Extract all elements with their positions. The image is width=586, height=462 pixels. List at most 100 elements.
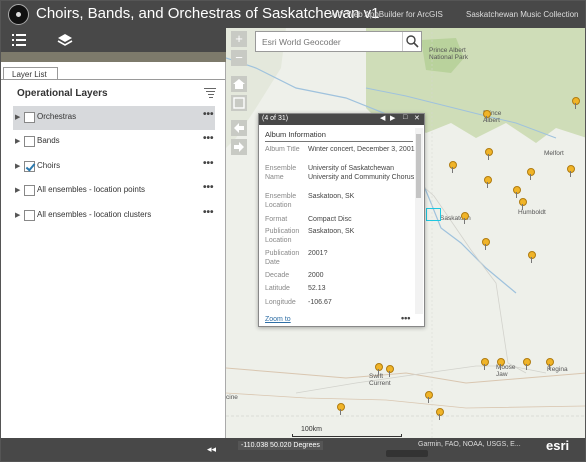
attribution-text: Garmin, FAO, NOAA, USGS, E... bbox=[418, 441, 521, 448]
layer-more-icon[interactable]: ••• bbox=[203, 207, 214, 218]
choir-location-pin[interactable] bbox=[545, 358, 554, 371]
layer-row-orchestras[interactable]: ▶ Orchestras ••• bbox=[13, 106, 215, 130]
layer-checkbox[interactable] bbox=[24, 136, 35, 147]
scale-label: 100km bbox=[301, 426, 323, 433]
map-view[interactable]: + − Prince Albert National Park Prince A… bbox=[226, 28, 585, 461]
locate-icon bbox=[233, 97, 245, 109]
attribute-value: -106.67 bbox=[308, 299, 332, 306]
layer-more-icon[interactable]: ••• bbox=[203, 182, 214, 193]
scale-bar bbox=[292, 434, 402, 437]
choir-location-pin[interactable] bbox=[527, 251, 536, 264]
popup-divider bbox=[265, 141, 413, 142]
layer-row-all-ensembles-clusters[interactable]: ▶ All ensembles - location clusters ••• bbox=[13, 204, 215, 228]
choir-location-pin[interactable] bbox=[518, 198, 527, 211]
next-extent-button[interactable] bbox=[231, 139, 247, 155]
choir-location-pin[interactable] bbox=[448, 161, 457, 174]
esri-logo: esri bbox=[546, 438, 570, 453]
expand-caret-icon[interactable]: ▶ bbox=[15, 162, 20, 170]
zoom-out-button[interactable]: − bbox=[231, 50, 247, 66]
popup-header: (4 of 31) ◀ ▶ □ ✕ bbox=[259, 114, 424, 125]
choir-location-pin[interactable] bbox=[483, 176, 492, 189]
choir-location-pin[interactable] bbox=[496, 358, 505, 371]
layer-checkbox[interactable] bbox=[24, 185, 35, 196]
coordinate-readout[interactable]: -110.038 50.020 Degrees bbox=[238, 441, 323, 450]
layer-row-bands[interactable]: ▶ Bands ••• bbox=[13, 130, 215, 154]
app-logo-icon bbox=[8, 4, 29, 25]
previous-feature-icon[interactable]: ◀ bbox=[380, 114, 385, 122]
zoom-in-button[interactable]: + bbox=[231, 31, 247, 47]
expand-caret-icon[interactable]: ▶ bbox=[15, 113, 20, 121]
choir-location-pin[interactable] bbox=[481, 238, 490, 251]
attribute-value: University of Saskatchewan University an… bbox=[308, 165, 415, 181]
attribute-value: Saskatoon, SK bbox=[308, 193, 355, 200]
layer-label: All ensembles - location clusters bbox=[37, 210, 152, 219]
attribute-value: 2000 bbox=[308, 272, 324, 279]
choir-location-pin[interactable] bbox=[571, 97, 580, 110]
choir-location-pin[interactable] bbox=[522, 358, 531, 371]
layer-list-icon[interactable] bbox=[12, 32, 28, 48]
choir-location-pin[interactable] bbox=[374, 363, 383, 376]
choir-location-pin[interactable] bbox=[385, 365, 394, 378]
attribution-toggle[interactable] bbox=[386, 450, 428, 457]
layer-label: Orchestras bbox=[37, 112, 77, 121]
layer-checkbox[interactable] bbox=[24, 161, 35, 172]
layer-row-all-ensembles-points[interactable]: ▶ All ensembles - location points ••• bbox=[13, 179, 215, 203]
search-button[interactable] bbox=[402, 32, 421, 51]
map-footer: -110.038 50.020 Degrees Garmin, FAO, NOA… bbox=[226, 438, 585, 461]
feature-popup: (4 of 31) ◀ ▶ □ ✕ Album Information Albu… bbox=[258, 113, 425, 327]
layer-checkbox[interactable] bbox=[24, 112, 35, 123]
popup-scrollbar[interactable] bbox=[415, 128, 423, 314]
panel-footer: ◂◂ bbox=[1, 438, 226, 461]
web-app: Choirs, Bands, and Orchestras of Saskatc… bbox=[0, 0, 586, 462]
popup-more-icon[interactable]: ••• bbox=[401, 313, 410, 323]
zoom-to-link[interactable]: Zoom to bbox=[265, 316, 291, 323]
locate-button[interactable] bbox=[231, 95, 247, 111]
choir-location-pin[interactable] bbox=[484, 148, 493, 161]
geocoder-search bbox=[255, 31, 422, 52]
popup-attributes: Album Title Winter concert, December 3, … bbox=[265, 146, 415, 312]
attribute-key: Ensemble Name bbox=[265, 165, 297, 181]
layer-checkbox[interactable] bbox=[24, 210, 35, 221]
close-icon[interactable]: ✕ bbox=[414, 114, 420, 122]
selected-feature-highlight bbox=[426, 208, 441, 221]
scrollbar-thumb[interactable] bbox=[416, 134, 421, 198]
app-subtitle: with Web AppBuilder for ArcGIS bbox=[330, 10, 443, 19]
expand-caret-icon[interactable]: ▶ bbox=[15, 137, 20, 145]
next-feature-icon[interactable]: ▶ bbox=[390, 114, 395, 122]
choir-location-pin[interactable] bbox=[480, 358, 489, 371]
choir-location-pin[interactable] bbox=[460, 212, 469, 225]
panel-heading: Operational Layers bbox=[17, 88, 108, 99]
layer-list-panel: Layer List Operational Layers ▶ Orchestr… bbox=[1, 62, 226, 438]
expand-caret-icon[interactable]: ▶ bbox=[15, 186, 20, 194]
layer-more-icon[interactable]: ••• bbox=[203, 133, 214, 144]
choir-location-pin[interactable] bbox=[482, 110, 491, 123]
collection-link[interactable]: Saskatchewan Music Collection bbox=[466, 10, 579, 19]
arrow-left-icon bbox=[234, 123, 244, 133]
maximize-icon[interactable]: □ bbox=[403, 114, 407, 121]
popup-title: Album Information bbox=[265, 130, 326, 139]
home-button[interactable] bbox=[231, 76, 247, 92]
layer-row-choirs[interactable]: ▶ Choirs ••• bbox=[13, 155, 215, 179]
expand-caret-icon[interactable]: ▶ bbox=[15, 211, 20, 219]
attribute-key: Longitude bbox=[265, 299, 296, 306]
layers-icon[interactable] bbox=[57, 32, 73, 48]
choir-location-pin[interactable] bbox=[424, 391, 433, 404]
place-label: Melfort bbox=[544, 150, 564, 157]
collapse-panel-icon[interactable]: ◂◂ bbox=[207, 444, 216, 455]
attribute-key: Publication Date bbox=[265, 250, 300, 266]
search-input[interactable] bbox=[256, 32, 402, 51]
layer-more-icon[interactable]: ••• bbox=[203, 109, 214, 120]
attribute-key: Album Title bbox=[265, 146, 300, 153]
attribute-key: Publication Location bbox=[265, 228, 300, 244]
place-label: Prince Albert National Park bbox=[429, 47, 469, 61]
choir-location-pin[interactable] bbox=[435, 408, 444, 421]
layer-label: All ensembles - location points bbox=[37, 185, 146, 194]
arrow-right-icon bbox=[234, 142, 244, 152]
choir-location-pin[interactable] bbox=[566, 165, 575, 178]
previous-extent-button[interactable] bbox=[231, 120, 247, 136]
layer-more-icon[interactable]: ••• bbox=[203, 158, 214, 169]
layer-label: Choirs bbox=[37, 161, 61, 170]
choir-location-pin[interactable] bbox=[336, 403, 345, 416]
choir-location-pin[interactable] bbox=[526, 168, 535, 181]
layer-options-icon[interactable] bbox=[204, 87, 216, 99]
